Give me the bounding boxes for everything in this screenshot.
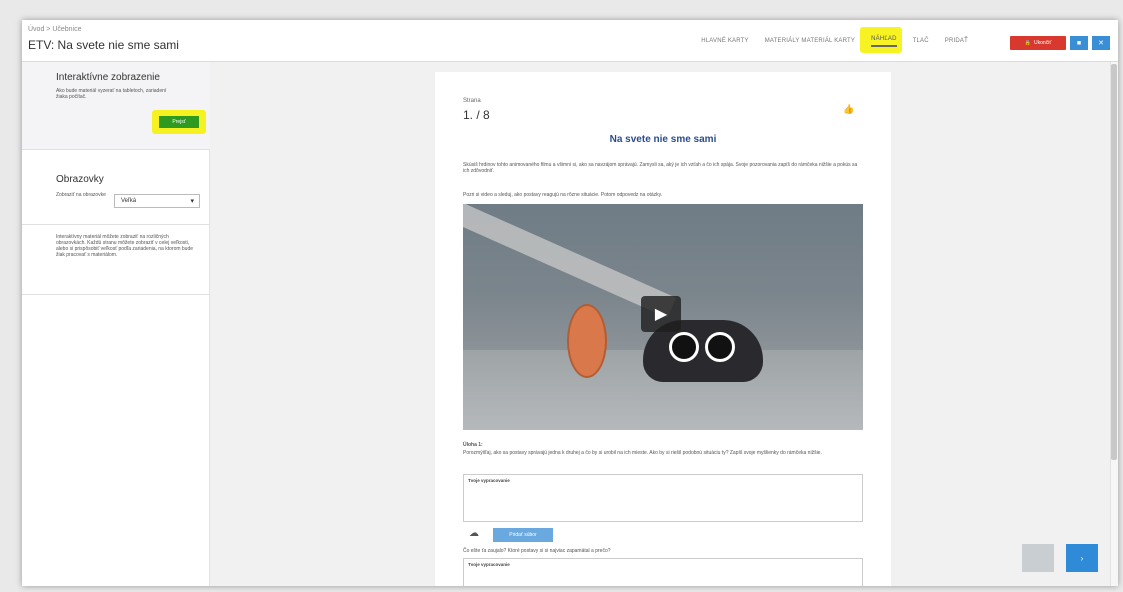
tab-bar: Hlavné karty Materiály materiál karty Ná…	[701, 20, 968, 62]
worksheet-title: Na svete nie sme sami	[609, 134, 717, 145]
answer-textarea-2-label: Tvoje vypracovanie	[468, 562, 510, 567]
sidebar: Interaktívne zobrazenie Ako bude materiá…	[22, 62, 210, 586]
task-text: Porozmýšľaj, ako sa postavy správajú jed…	[463, 450, 822, 456]
tab-main-cards[interactable]: Hlavné karty	[701, 38, 749, 44]
eye-icon	[705, 332, 735, 362]
scrollbar-thumb[interactable]	[1111, 64, 1117, 460]
breadcrumb[interactable]: Úvod > Učebnice	[28, 26, 82, 33]
screens-field-label: Zobraziť na obrazovke	[56, 192, 106, 198]
exit-button[interactable]: 🔒 Ukončiť	[1010, 36, 1066, 50]
upload-button[interactable]: Pridať súbor	[493, 528, 553, 542]
page-label: Strana	[463, 98, 481, 104]
interactive-view-title: Interaktívne zobrazenie	[56, 72, 160, 83]
tab-print[interactable]: Tlač	[913, 38, 929, 44]
video-caption: Pozri si video a sleduj, ako postavy rea…	[463, 192, 663, 198]
upload-row: ☁ Pridať súbor	[463, 526, 863, 544]
page-number: 1. / 8	[463, 108, 490, 122]
tab-preview[interactable]: Náhľad	[871, 36, 897, 47]
worksheet-page: Strana 1. / 8 👍 Na svete nie sme sami Sk…	[435, 72, 891, 586]
screen-size-value: Veľká	[121, 198, 137, 204]
screen-size-select[interactable]: Veľká ▾	[114, 194, 200, 208]
video-player[interactable]: ▶	[463, 204, 863, 430]
divider	[22, 294, 210, 295]
answer-textarea-label: Tvoje vypracovanie	[468, 478, 510, 483]
close-button[interactable]: ✕	[1092, 36, 1110, 50]
answer-textarea[interactable]: Tvoje vypracovanie	[463, 474, 863, 522]
task-label: Úloha 1:	[463, 442, 483, 448]
lock-icon: 🔒	[1024, 40, 1032, 46]
tab-materials[interactable]: Materiály materiál karty	[765, 38, 855, 44]
video-scene-object	[567, 304, 607, 378]
chevron-right-icon: ›	[1080, 553, 1084, 563]
next-page-button[interactable]: ›	[1066, 544, 1098, 572]
eye-icon	[669, 332, 699, 362]
thumbs-up-icon[interactable]: 👍	[843, 104, 854, 115]
divider	[22, 224, 210, 225]
go-button[interactable]: Prejsť	[159, 116, 199, 128]
exit-button-label: Ukončiť	[1034, 40, 1052, 46]
interactive-view-description: Ako bude materiál vyzerať na tabletoch, …	[56, 88, 167, 100]
app-window: Úvod > Učebnice ETV: Na svete nie sme sa…	[22, 20, 1118, 586]
chevron-down-icon: ▾	[190, 198, 194, 205]
intro-text: Skúsiš hrdinov tohto animovaného filmu a…	[463, 162, 858, 174]
stop-button[interactable]: ■	[1070, 36, 1088, 50]
page-title: ETV: Na svete nie sme sami	[28, 38, 179, 52]
followup-question: Čo ešte ťa zaujalo? Ktoré postavy si si …	[463, 548, 611, 554]
tab-add[interactable]: Pridať	[945, 38, 968, 44]
top-bar: Úvod > Učebnice ETV: Na svete nie sme sa…	[22, 20, 1118, 62]
cloud-upload-icon[interactable]: ☁	[469, 528, 479, 539]
screens-note: Interaktívny materiál môžete zobraziť na…	[56, 234, 194, 258]
interactive-view-section: Interaktívne zobrazenie Ako bude materiá…	[22, 62, 210, 150]
play-icon[interactable]: ▶	[641, 296, 681, 332]
previous-page-button[interactable]	[1022, 544, 1054, 572]
screens-title: Obrazovky	[56, 174, 104, 185]
answer-textarea-2[interactable]: Tvoje vypracovanie	[463, 558, 863, 586]
